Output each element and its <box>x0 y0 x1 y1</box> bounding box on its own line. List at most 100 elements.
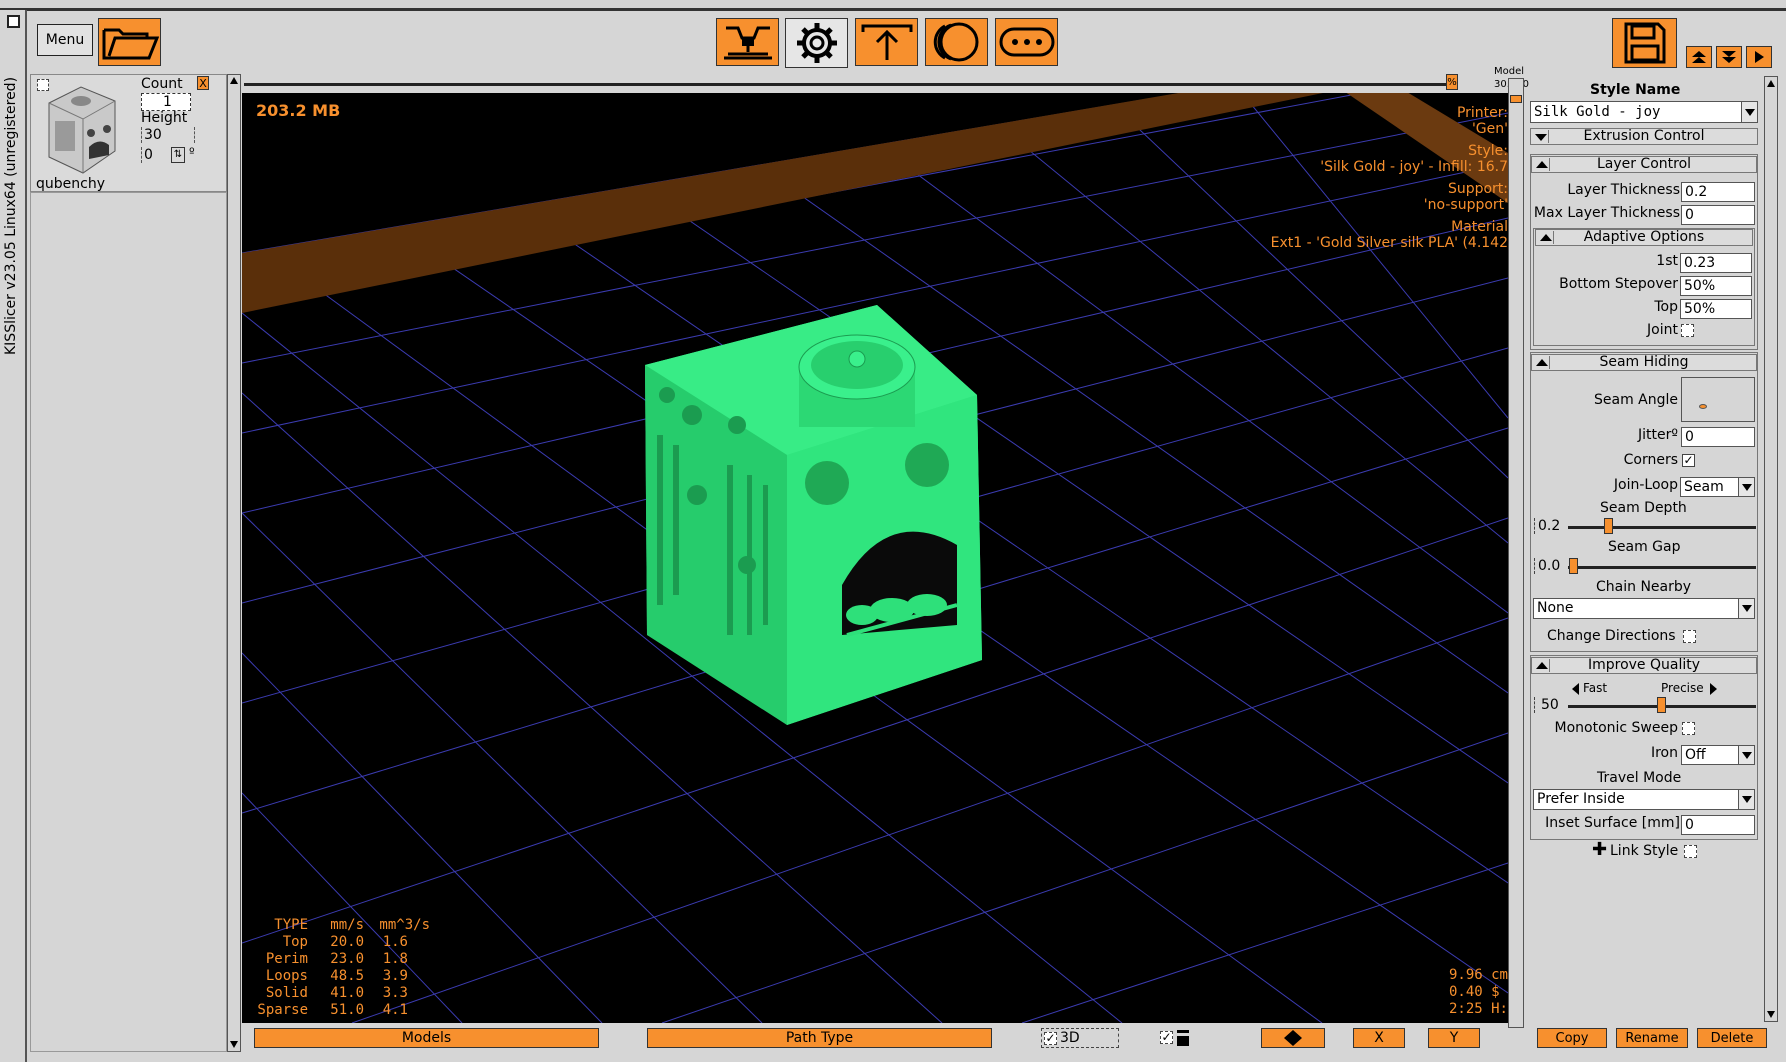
seam-gap-handle[interactable] <box>1569 558 1578 574</box>
improve-quality-header[interactable]: Improve Quality <box>1531 657 1757 674</box>
travel-mode-select[interactable]: Prefer Inside <box>1533 789 1755 810</box>
models-button[interactable]: Models <box>254 1028 599 1048</box>
chevron-down-icon[interactable] <box>1738 478 1754 496</box>
chevron-down-icon[interactable] <box>1738 599 1754 618</box>
layer-view-checkbox[interactable]: ✓ <box>1160 1031 1173 1044</box>
menu-button[interactable]: Menu <box>37 24 93 56</box>
scroll-up-icon[interactable] <box>230 77 238 84</box>
model-thumbnail <box>48 86 116 174</box>
plus-icon: ✚ <box>1592 839 1608 860</box>
move-up-button[interactable] <box>1686 46 1712 68</box>
delete-button[interactable]: Delete <box>1697 1028 1767 1048</box>
style-settings-button[interactable] <box>785 18 848 68</box>
monotonic-sweep-label: Monotonic Sweep <box>1554 720 1679 736</box>
window-control-icon[interactable] <box>7 15 20 28</box>
chevron-down-icon[interactable] <box>1738 746 1754 764</box>
expand-icon[interactable] <box>1538 231 1554 244</box>
support-button[interactable] <box>855 18 918 66</box>
layer-slider[interactable]: % <box>242 74 1508 92</box>
expand-icon[interactable] <box>1534 158 1550 171</box>
seam-depth-slider[interactable] <box>1568 526 1756 529</box>
view-3d-toggle[interactable]: ✓ 3D <box>1041 1028 1119 1048</box>
triangle-right-icon <box>1755 51 1764 63</box>
bottom-stepover-input[interactable]: 50% <box>1680 276 1752 296</box>
corners-checkbox[interactable]: ✓ <box>1682 454 1695 467</box>
seam-depth-label: Seam Depth <box>1600 500 1687 516</box>
inset-surface-input[interactable]: 0 <box>1681 815 1755 835</box>
jitter-input[interactable]: 0 <box>1681 427 1755 447</box>
3d-viewport[interactable]: 203.2 MB Printer: 'Gen' Style: 'Silk Gol… <box>242 93 1508 1023</box>
first-layer-input[interactable]: 0.23 <box>1680 253 1752 273</box>
speed-row: Loops 48.5 3.9 <box>265 968 408 984</box>
save-button[interactable] <box>1612 18 1677 68</box>
speed-header-mm3s: mm^3/s <box>379 917 430 933</box>
rotation-input[interactable]: 0 <box>141 147 165 163</box>
layer-control-header[interactable]: Layer Control <box>1531 156 1757 173</box>
scroll-down-icon[interactable] <box>1767 1011 1775 1018</box>
joint-checkbox[interactable] <box>1681 324 1694 337</box>
move-down-button[interactable] <box>1716 46 1742 68</box>
expand-icon[interactable] <box>1534 356 1550 369</box>
printer-settings-button[interactable] <box>995 18 1058 66</box>
join-loop-select[interactable]: Seam <box>1680 477 1755 497</box>
material-button[interactable] <box>925 18 988 66</box>
model-height-label: Model <box>1494 66 1525 77</box>
extrusion-control-header[interactable]: Extrusion Control <box>1530 128 1758 145</box>
printer-button[interactable] <box>716 18 779 66</box>
corners-label: Corners <box>1623 452 1678 468</box>
chain-nearby-select[interactable]: None <box>1533 598 1755 619</box>
expand-right-button[interactable] <box>1746 46 1772 68</box>
path-type-button[interactable]: Path Type <box>647 1028 992 1048</box>
seam-gap-slider[interactable] <box>1568 566 1756 569</box>
chevron-down-icon[interactable] <box>1738 790 1754 809</box>
seam-angle-picker[interactable] <box>1681 377 1755 422</box>
link-style-checkbox[interactable] <box>1684 845 1697 858</box>
models-list-area[interactable] <box>30 192 227 1052</box>
model-card[interactable]: Count X 1 Height 30 0 ⇅ º qubenchy <box>30 74 227 192</box>
change-directions-label: Change Directions <box>1547 628 1676 644</box>
max-layer-thickness-input[interactable]: 0 <box>1681 205 1755 225</box>
scroll-down-icon[interactable] <box>230 1041 238 1048</box>
copy-button[interactable]: Copy <box>1537 1028 1607 1048</box>
change-directions-checkbox[interactable] <box>1683 630 1696 643</box>
view-top-button[interactable] <box>1261 1028 1325 1048</box>
left-scrollbar[interactable] <box>227 74 241 1052</box>
layer-thickness-input[interactable]: 0.2 <box>1681 182 1755 202</box>
iron-select[interactable]: Off <box>1681 745 1755 765</box>
first-layer-label: 1st <box>1656 253 1678 269</box>
diamond-icon <box>1284 1030 1302 1046</box>
quality-value: 50 <box>1534 697 1570 713</box>
seam-depth-handle[interactable] <box>1604 518 1613 534</box>
view-y-button[interactable]: Y <box>1428 1028 1480 1048</box>
seam-gap-label: Seam Gap <box>1608 539 1681 555</box>
seam-angle-dot[interactable] <box>1699 404 1707 409</box>
view-3d-label: 3D <box>1060 1030 1080 1046</box>
rotation-stepper-icon[interactable]: ⇅ <box>171 147 185 163</box>
expand-icon[interactable] <box>1534 659 1550 672</box>
scroll-up-icon[interactable] <box>1767 80 1775 87</box>
open-folder-button[interactable] <box>98 18 161 66</box>
fast-label: Fast <box>1583 681 1608 695</box>
app-title: KISSlicer v23.05 Linux64 (unregistered) <box>3 76 19 355</box>
travel-mode-label: Travel Mode <box>1597 770 1682 786</box>
triangle-right-icon <box>1710 683 1717 695</box>
rename-button[interactable]: Rename <box>1616 1028 1688 1048</box>
adaptive-options-header[interactable]: Adaptive Options <box>1535 229 1753 246</box>
monotonic-sweep-checkbox[interactable] <box>1682 722 1695 735</box>
chevron-down-icon[interactable] <box>1741 102 1757 122</box>
remove-model-button[interactable]: X <box>197 76 209 90</box>
top-stepover-input[interactable]: 50% <box>1680 299 1752 319</box>
style-name-select[interactable]: Silk Gold - joy <box>1530 101 1758 123</box>
right-scrollbar[interactable] <box>1764 76 1778 1022</box>
height-input[interactable]: 30 <box>141 127 195 143</box>
collapse-icon[interactable] <box>1533 130 1549 143</box>
view-3d-checkbox[interactable]: ✓ <box>1044 1032 1057 1045</box>
travel-mode-value: Prefer Inside <box>1537 791 1625 807</box>
quality-handle[interactable] <box>1657 697 1666 713</box>
view-x-button[interactable]: X <box>1353 1028 1405 1048</box>
seam-hiding-header[interactable]: Seam Hiding <box>1531 354 1757 371</box>
height-scroll-handle[interactable] <box>1510 95 1522 103</box>
height-scrollbar[interactable] <box>1508 78 1524 1028</box>
count-stepper[interactable]: 1 <box>141 93 191 111</box>
layer-slider-handle[interactable]: % <box>1446 74 1458 90</box>
